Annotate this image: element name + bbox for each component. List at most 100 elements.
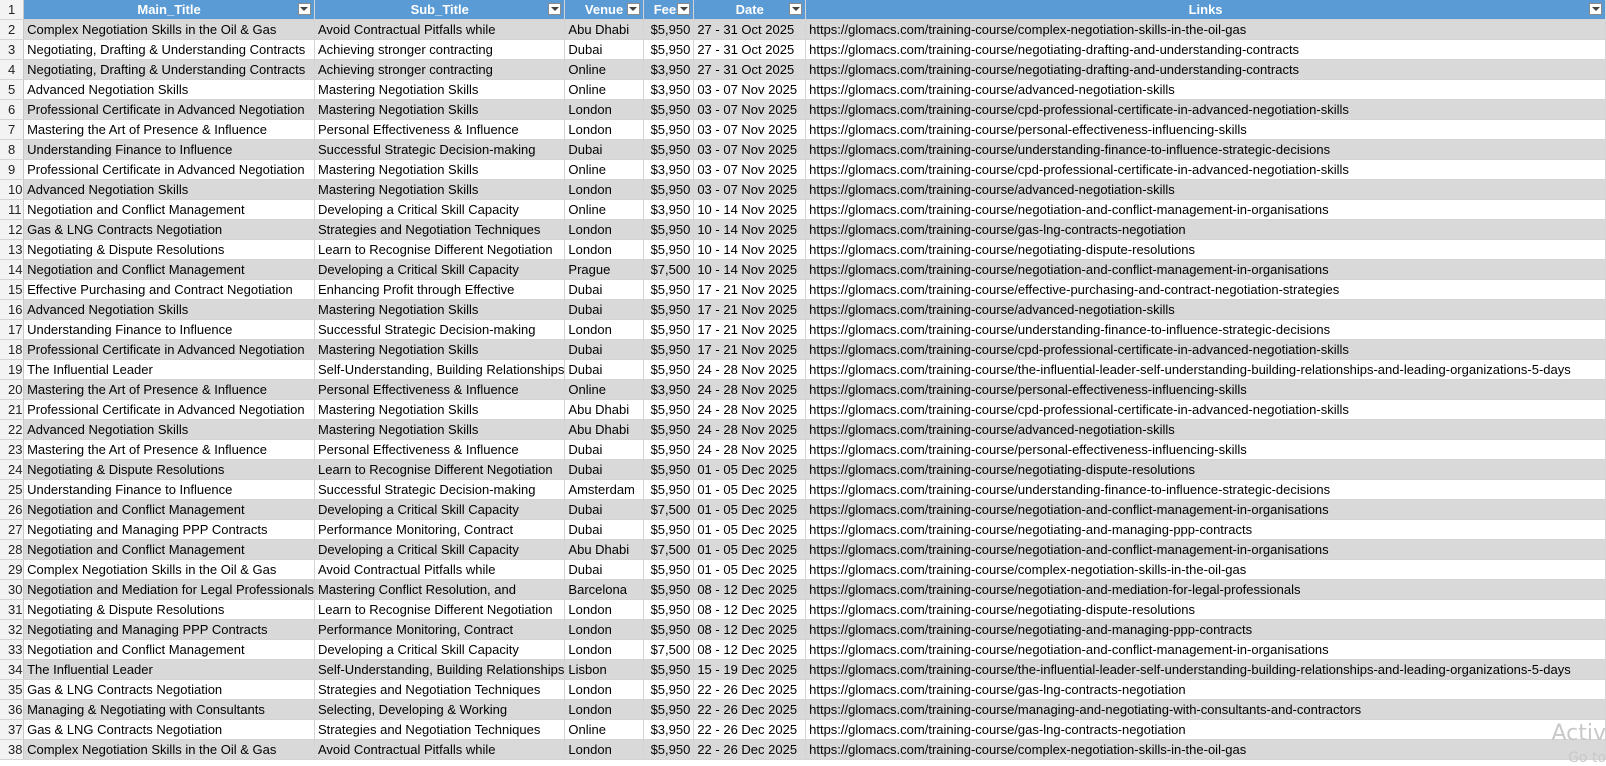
cell-venue[interactable]: Barcelona <box>564 579 644 600</box>
row-number[interactable]: 10 <box>0 179 25 200</box>
cell-link[interactable]: https://glomacs.com/training-course/unde… <box>805 139 1606 160</box>
cell-link[interactable]: https://glomacs.com/training-course/nego… <box>805 639 1606 660</box>
cell-main-title[interactable]: Professional Certificate in Advanced Neg… <box>23 399 315 420</box>
cell-sub-title[interactable]: Strategies and Negotiation Techniques <box>314 719 566 740</box>
cell-main-title[interactable]: Complex Negotiation Skills in the Oil & … <box>23 19 315 40</box>
cell-fees[interactable]: $5,950 <box>643 419 695 440</box>
cell-link[interactable]: https://glomacs.com/training-course/nego… <box>805 199 1606 220</box>
cell-link[interactable]: https://glomacs.com/training-course/pers… <box>805 379 1606 400</box>
cell-date[interactable]: 01 - 05 Dec 2025 <box>693 539 807 560</box>
row-number[interactable]: 37 <box>0 719 25 740</box>
row-number[interactable]: 23 <box>0 439 25 460</box>
cell-venue[interactable]: Dubai <box>564 559 644 580</box>
cell-fees[interactable]: $3,950 <box>643 159 695 180</box>
cell-date[interactable]: 03 - 07 Nov 2025 <box>693 119 807 140</box>
cell-fees[interactable]: $5,950 <box>643 559 695 580</box>
cell-main-title[interactable]: Mastering the Art of Presence & Influenc… <box>23 119 315 140</box>
cell-date[interactable]: 01 - 05 Dec 2025 <box>693 459 807 480</box>
cell-sub-title[interactable]: Enhancing Profit through Effective <box>314 279 566 300</box>
cell-link[interactable]: https://glomacs.com/training-course/comp… <box>805 559 1606 580</box>
cell-main-title[interactable]: Advanced Negotiation Skills <box>23 419 315 440</box>
row-number[interactable]: 25 <box>0 479 25 500</box>
cell-main-title[interactable]: Complex Negotiation Skills in the Oil & … <box>23 739 315 760</box>
cell-link[interactable]: https://glomacs.com/training-course/unde… <box>805 319 1606 340</box>
cell-sub-title[interactable]: Developing a Critical Skill Capacity <box>314 639 566 660</box>
cell-link[interactable]: https://glomacs.com/training-course/unde… <box>805 479 1606 500</box>
cell-fees[interactable]: $7,500 <box>643 539 695 560</box>
cell-date[interactable]: 24 - 28 Nov 2025 <box>693 419 807 440</box>
cell-date[interactable]: 27 - 31 Oct 2025 <box>693 39 807 60</box>
cell-main-title[interactable]: The Influential Leader <box>23 659 315 680</box>
cell-fees[interactable]: $5,950 <box>643 479 695 500</box>
cell-venue[interactable]: Dubai <box>564 279 644 300</box>
row-number[interactable]: 19 <box>0 359 25 380</box>
cell-date[interactable]: 22 - 26 Dec 2025 <box>693 699 807 720</box>
cell-main-title[interactable]: Negotiation and Conflict Management <box>23 539 315 560</box>
cell-link[interactable]: https://glomacs.com/training-course/gas-… <box>805 719 1606 740</box>
cell-link[interactable]: https://glomacs.com/training-course/the-… <box>805 359 1606 380</box>
cell-fees[interactable]: $7,500 <box>643 499 695 520</box>
cell-sub-title[interactable]: Mastering Negotiation Skills <box>314 79 566 100</box>
cell-sub-title[interactable]: Avoid Contractual Pitfalls while <box>314 739 566 760</box>
cell-main-title[interactable]: Professional Certificate in Advanced Neg… <box>23 339 315 360</box>
cell-venue[interactable]: London <box>564 599 644 620</box>
cell-venue[interactable]: London <box>564 739 644 760</box>
cell-sub-title[interactable]: Learn to Recognise Different Negotiation <box>314 459 566 480</box>
cell-link[interactable]: https://glomacs.com/training-course/nego… <box>805 519 1606 540</box>
cell-link[interactable]: https://glomacs.com/training-course/gas-… <box>805 679 1606 700</box>
cell-link[interactable]: https://glomacs.com/training-course/nego… <box>805 259 1606 280</box>
cell-venue[interactable]: London <box>564 699 644 720</box>
cell-date[interactable]: 01 - 05 Dec 2025 <box>693 499 807 520</box>
cell-sub-title[interactable]: Performance Monitoring, Contract <box>314 619 566 640</box>
cell-date[interactable]: 03 - 07 Nov 2025 <box>693 99 807 120</box>
cell-date[interactable]: 08 - 12 Dec 2025 <box>693 639 807 660</box>
cell-link[interactable]: https://glomacs.com/training-course/the-… <box>805 659 1606 680</box>
filter-dropdown-icon[interactable] <box>297 3 311 15</box>
cell-sub-title[interactable]: Achieving stronger contracting <box>314 59 566 80</box>
row-number[interactable]: 18 <box>0 339 25 360</box>
cell-venue[interactable]: Dubai <box>564 519 644 540</box>
cell-main-title[interactable]: Managing & Negotiating with Consultants <box>23 699 315 720</box>
cell-sub-title[interactable]: Mastering Negotiation Skills <box>314 339 566 360</box>
cell-venue[interactable]: Dubai <box>564 39 644 60</box>
cell-sub-title[interactable]: Developing a Critical Skill Capacity <box>314 199 566 220</box>
cell-main-title[interactable]: Mastering the Art of Presence & Influenc… <box>23 379 315 400</box>
cell-link[interactable]: https://glomacs.com/training-course/nego… <box>805 39 1606 60</box>
cell-main-title[interactable]: Negotiation and Conflict Management <box>23 199 315 220</box>
cell-main-title[interactable]: Understanding Finance to Influence <box>23 139 315 160</box>
cell-fees[interactable]: $3,950 <box>643 719 695 740</box>
cell-venue[interactable]: Online <box>564 159 644 180</box>
cell-fees[interactable]: $5,950 <box>643 579 695 600</box>
cell-main-title[interactable]: Negotiating & Dispute Resolutions <box>23 459 315 480</box>
cell-fees[interactable]: $5,950 <box>643 279 695 300</box>
cell-fees[interactable]: $5,950 <box>643 699 695 720</box>
cell-sub-title[interactable]: Avoid Contractual Pitfalls while <box>314 559 566 580</box>
row-number[interactable]: 7 <box>0 119 25 140</box>
cell-venue[interactable]: London <box>564 319 644 340</box>
row-number[interactable]: 34 <box>0 659 25 680</box>
row-number[interactable]: 26 <box>0 499 25 520</box>
cell-venue[interactable]: Online <box>564 59 644 80</box>
cell-sub-title[interactable]: Mastering Negotiation Skills <box>314 159 566 180</box>
cell-sub-title[interactable]: Personal Effectiveness & Influence <box>314 119 566 140</box>
cell-sub-title[interactable]: Personal Effectiveness & Influence <box>314 439 566 460</box>
cell-date[interactable]: 27 - 31 Oct 2025 <box>693 19 807 40</box>
cell-sub-title[interactable]: Self-Understanding, Building Relationshi… <box>314 659 566 680</box>
cell-venue[interactable]: London <box>564 179 644 200</box>
cell-fees[interactable]: $3,950 <box>643 79 695 100</box>
cell-sub-title[interactable]: Successful Strategic Decision-making <box>314 479 566 500</box>
cell-venue[interactable]: Dubai <box>564 359 644 380</box>
cell-date[interactable]: 24 - 28 Nov 2025 <box>693 359 807 380</box>
row-number[interactable]: 15 <box>0 279 25 300</box>
row-number[interactable]: 1 <box>0 0 25 20</box>
row-number[interactable]: 30 <box>0 579 25 600</box>
cell-venue[interactable]: London <box>564 639 644 660</box>
cell-date[interactable]: 17 - 21 Nov 2025 <box>693 339 807 360</box>
cell-venue[interactable]: Prague <box>564 259 644 280</box>
cell-fees[interactable]: $3,950 <box>643 199 695 220</box>
cell-fees[interactable]: $5,950 <box>643 19 695 40</box>
cell-fees[interactable]: $5,950 <box>643 299 695 320</box>
cell-venue[interactable]: Amsterdam <box>564 479 644 500</box>
cell-date[interactable]: 17 - 21 Nov 2025 <box>693 319 807 340</box>
cell-sub-title[interactable]: Mastering Negotiation Skills <box>314 99 566 120</box>
